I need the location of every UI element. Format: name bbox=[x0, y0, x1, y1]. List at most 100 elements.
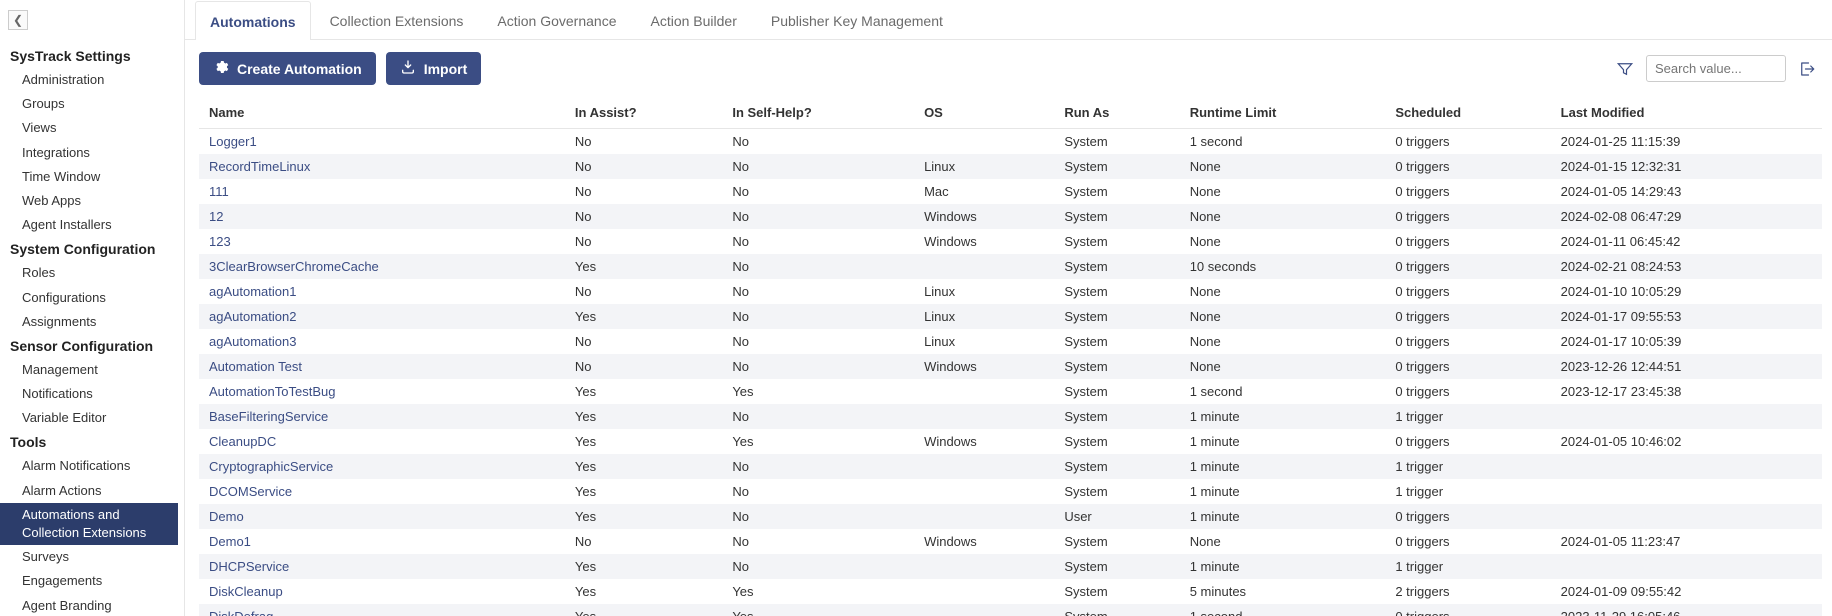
automation-link[interactable]: 12 bbox=[209, 209, 223, 224]
automation-link[interactable]: BaseFilteringService bbox=[209, 409, 328, 424]
table-row[interactable]: CleanupDCYesYesWindowsSystem1 minute0 tr… bbox=[199, 429, 1822, 454]
automation-link[interactable]: DiskDefrag bbox=[209, 609, 273, 616]
column-header[interactable]: Name bbox=[199, 97, 565, 129]
nav-item[interactable]: Configurations bbox=[0, 286, 178, 310]
automation-link[interactable]: DiskCleanup bbox=[209, 584, 283, 599]
column-header[interactable]: Run As bbox=[1054, 97, 1179, 129]
nav-item[interactable]: Variable Editor bbox=[0, 406, 178, 430]
nav-item[interactable]: Notifications bbox=[0, 382, 178, 406]
nav-item[interactable]: Groups bbox=[0, 92, 178, 116]
table-row[interactable]: Demo1NoNoWindowsSystemNone0 triggers2024… bbox=[199, 529, 1822, 554]
nav-item[interactable]: Web Apps bbox=[0, 189, 178, 213]
nav-item[interactable]: Agent Installers bbox=[0, 213, 178, 237]
column-header[interactable]: Last Modified bbox=[1551, 97, 1822, 129]
tab[interactable]: Automations bbox=[195, 1, 311, 40]
filter-icon[interactable] bbox=[1614, 58, 1636, 80]
automation-link[interactable]: DHCPService bbox=[209, 559, 289, 574]
automation-link[interactable]: agAutomation2 bbox=[209, 309, 296, 324]
tab[interactable]: Publisher Key Management bbox=[756, 0, 958, 39]
cell-assist: Yes bbox=[565, 404, 722, 429]
nav-item[interactable]: Surveys bbox=[0, 545, 178, 569]
cell-name: agAutomation1 bbox=[199, 279, 565, 304]
automation-link[interactable]: Automation Test bbox=[209, 359, 302, 374]
table-row[interactable]: DCOMServiceYesNoSystem1 minute1 trigger bbox=[199, 479, 1822, 504]
table-row[interactable]: 12NoNoWindowsSystemNone0 triggers2024-02… bbox=[199, 204, 1822, 229]
table-row[interactable]: CryptographicServiceYesNoSystem1 minute1… bbox=[199, 454, 1822, 479]
column-header[interactable]: OS bbox=[914, 97, 1054, 129]
nav-item[interactable]: Management bbox=[0, 358, 178, 382]
cell-modified: 2024-01-17 10:05:39 bbox=[1551, 329, 1822, 354]
automation-link[interactable]: CleanupDC bbox=[209, 434, 276, 449]
cell-name: AutomationToTestBug bbox=[199, 379, 565, 404]
table-scroll[interactable]: NameIn Assist?In Self-Help?OSRun AsRunti… bbox=[185, 97, 1832, 616]
table-row[interactable]: 111NoNoMacSystemNone0 triggers2024-01-05… bbox=[199, 179, 1822, 204]
cell-name: CleanupDC bbox=[199, 429, 565, 454]
automation-link[interactable]: Demo bbox=[209, 509, 244, 524]
table-row[interactable]: DemoYesNoUser1 minute0 triggers bbox=[199, 504, 1822, 529]
nav-item[interactable]: Agent Branding bbox=[0, 594, 178, 616]
import-button[interactable]: Import bbox=[386, 52, 482, 85]
column-header[interactable]: In Assist? bbox=[565, 97, 722, 129]
table-row[interactable]: agAutomation2YesNoLinuxSystemNone0 trigg… bbox=[199, 304, 1822, 329]
table-row[interactable]: Automation TestNoNoWindowsSystemNone0 tr… bbox=[199, 354, 1822, 379]
cell-selfhelp: No bbox=[722, 529, 914, 554]
automation-link[interactable]: CryptographicService bbox=[209, 459, 333, 474]
automation-link[interactable]: Logger1 bbox=[209, 134, 257, 149]
table-row[interactable]: agAutomation3NoNoLinuxSystemNone0 trigge… bbox=[199, 329, 1822, 354]
cell-os: Linux bbox=[914, 304, 1054, 329]
table-row[interactable]: DHCPServiceYesNoSystem1 minute1 trigger bbox=[199, 554, 1822, 579]
cell-modified: 2024-01-09 09:55:42 bbox=[1551, 579, 1822, 604]
nav-item[interactable]: Engagements bbox=[0, 569, 178, 593]
sidebar: ❮ SysTrack SettingsAdministrationGroupsV… bbox=[0, 0, 178, 616]
table-row[interactable]: RecordTimeLinuxNoNoLinuxSystemNone0 trig… bbox=[199, 154, 1822, 179]
automation-link[interactable]: agAutomation1 bbox=[209, 284, 296, 299]
collapse-sidebar-button[interactable]: ❮ bbox=[8, 10, 28, 30]
table-row[interactable]: Logger1NoNoSystem1 second0 triggers2024-… bbox=[199, 129, 1822, 155]
search-input[interactable] bbox=[1646, 55, 1786, 82]
nav-item[interactable]: Administration bbox=[0, 68, 178, 92]
cell-selfhelp: Yes bbox=[722, 429, 914, 454]
automation-link[interactable]: 111 bbox=[209, 184, 229, 199]
automation-link[interactable]: RecordTimeLinux bbox=[209, 159, 310, 174]
cell-runtime: 1 minute bbox=[1180, 554, 1386, 579]
table-row[interactable]: BaseFilteringServiceYesNoSystem1 minute1… bbox=[199, 404, 1822, 429]
nav-item[interactable]: Views bbox=[0, 116, 178, 140]
column-header[interactable]: Runtime Limit bbox=[1180, 97, 1386, 129]
column-header[interactable]: Scheduled bbox=[1385, 97, 1550, 129]
table-row[interactable]: DiskCleanupYesYesSystem5 minutes2 trigge… bbox=[199, 579, 1822, 604]
tabs: AutomationsCollection ExtensionsAction G… bbox=[185, 0, 1832, 40]
export-icon[interactable] bbox=[1796, 58, 1818, 80]
cell-modified: 2024-01-05 14:29:43 bbox=[1551, 179, 1822, 204]
nav-item[interactable]: Time Window bbox=[0, 165, 178, 189]
cell-assist: No bbox=[565, 329, 722, 354]
nav-item[interactable]: Automations and Collection Extensions bbox=[0, 503, 178, 545]
table-row[interactable]: 3ClearBrowserChromeCacheYesNoSystem10 se… bbox=[199, 254, 1822, 279]
table-row[interactable]: AutomationToTestBugYesYesSystem1 second0… bbox=[199, 379, 1822, 404]
automation-link[interactable]: 3ClearBrowserChromeCache bbox=[209, 259, 379, 274]
cell-selfhelp: No bbox=[722, 329, 914, 354]
automation-link[interactable]: 123 bbox=[209, 234, 231, 249]
automation-link[interactable]: AutomationToTestBug bbox=[209, 384, 335, 399]
table-row[interactable]: agAutomation1NoNoLinuxSystemNone0 trigge… bbox=[199, 279, 1822, 304]
nav-item[interactable]: Alarm Actions bbox=[0, 479, 178, 503]
cell-os bbox=[914, 379, 1054, 404]
table-row[interactable]: DiskDefragYesYesSystem1 second0 triggers… bbox=[199, 604, 1822, 616]
nav-item[interactable]: Roles bbox=[0, 261, 178, 285]
create-automation-button[interactable]: Create Automation bbox=[199, 52, 376, 85]
column-header[interactable]: In Self-Help? bbox=[722, 97, 914, 129]
cell-os bbox=[914, 604, 1054, 616]
automation-link[interactable]: DCOMService bbox=[209, 484, 292, 499]
automation-link[interactable]: Demo1 bbox=[209, 534, 251, 549]
cell-runas: System bbox=[1054, 304, 1179, 329]
cell-runtime: 1 second bbox=[1180, 129, 1386, 155]
tab[interactable]: Action Builder bbox=[636, 0, 752, 39]
table-row[interactable]: 123NoNoWindowsSystemNone0 triggers2024-0… bbox=[199, 229, 1822, 254]
tab[interactable]: Action Governance bbox=[482, 0, 631, 39]
automation-link[interactable]: agAutomation3 bbox=[209, 334, 296, 349]
cell-assist: No bbox=[565, 279, 722, 304]
cell-modified: 2024-01-05 11:23:47 bbox=[1551, 529, 1822, 554]
nav-item[interactable]: Integrations bbox=[0, 141, 178, 165]
nav-item[interactable]: Alarm Notifications bbox=[0, 454, 178, 478]
tab[interactable]: Collection Extensions bbox=[315, 0, 479, 39]
nav-item[interactable]: Assignments bbox=[0, 310, 178, 334]
